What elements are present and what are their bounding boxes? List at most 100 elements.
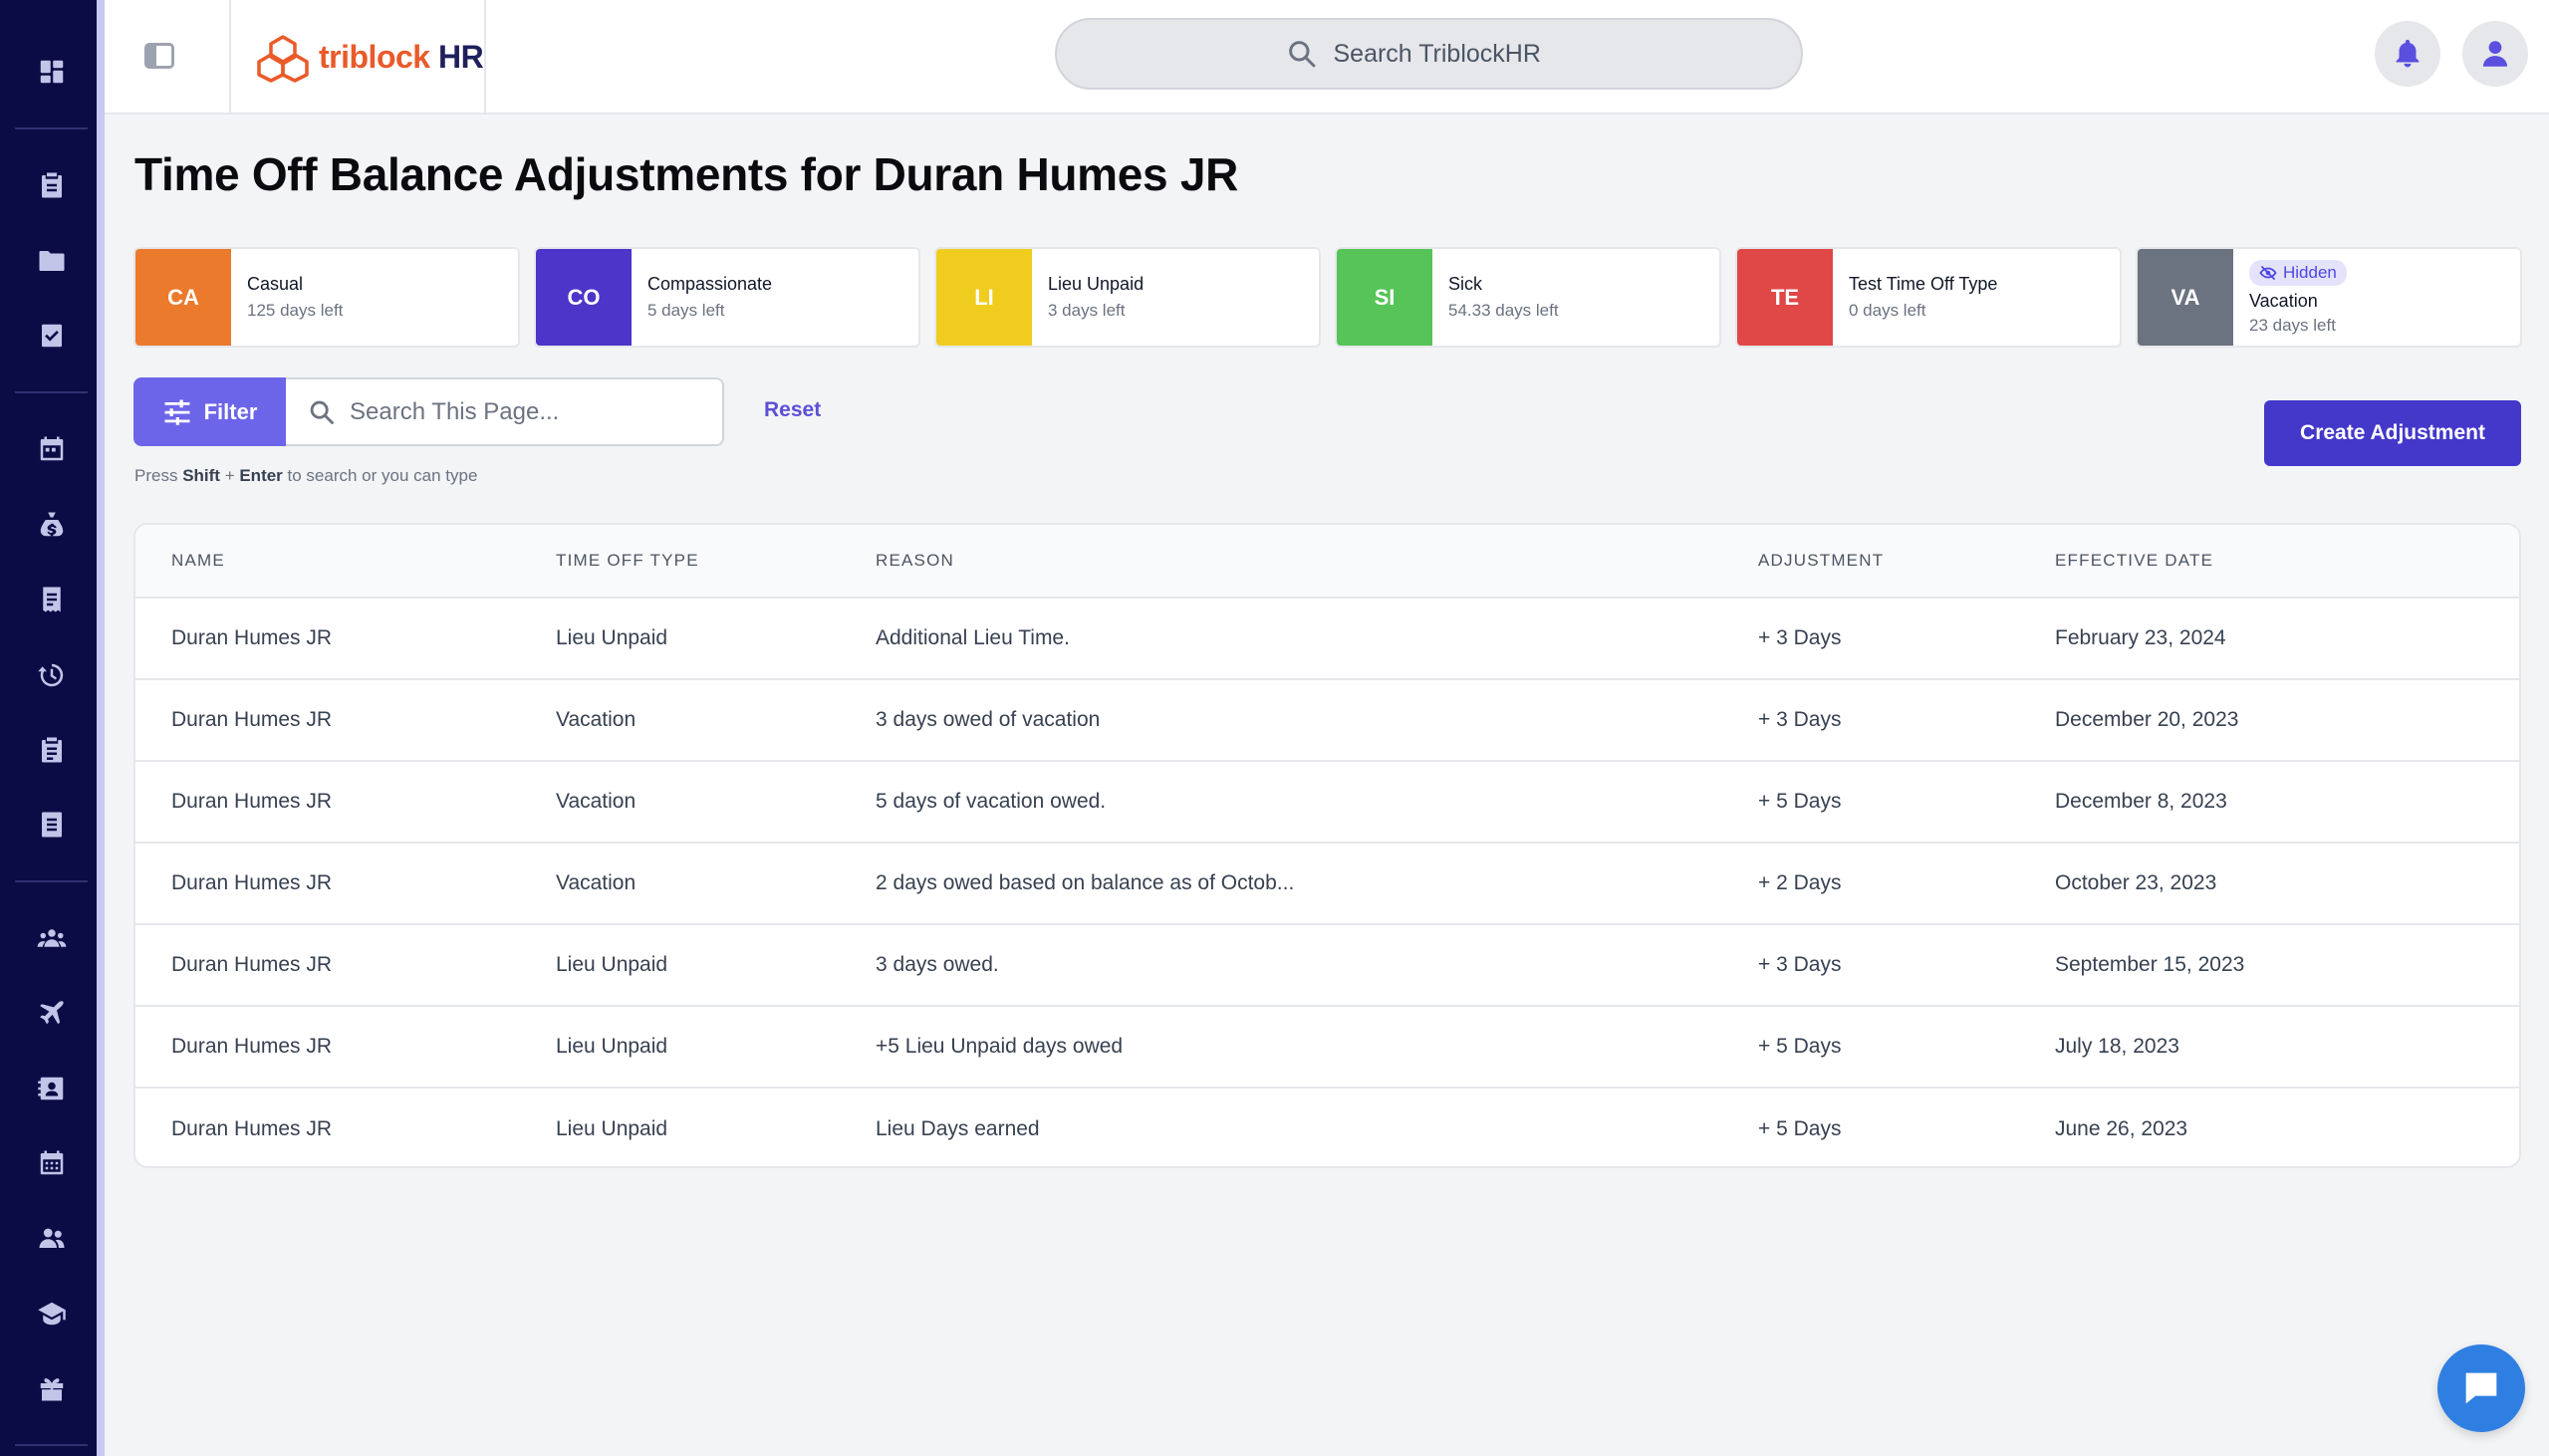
bell-icon: [2396, 39, 2420, 68]
money-bag-icon[interactable]: [28, 501, 76, 549]
dashboard-icon[interactable]: [28, 48, 76, 96]
notifications-button[interactable]: [2375, 21, 2440, 87]
column-header-name[interactable]: NAME: [135, 525, 556, 599]
team-icon[interactable]: [28, 914, 76, 962]
column-header-effective-date[interactable]: EFFECTIVE DATE: [2055, 525, 2519, 599]
calendar-icon[interactable]: [28, 425, 76, 473]
column-header-time-off-type[interactable]: TIME OFF TYPE: [556, 525, 876, 599]
global-search-bar[interactable]: [1055, 18, 1803, 90]
balance-abbr: CO: [536, 249, 632, 346]
cell-effective-date: October 23, 2023: [2055, 871, 2217, 894]
clipboard-icon[interactable]: [28, 161, 76, 209]
cell-reason: 2 days owed based on balance as of Octob…: [876, 871, 1295, 894]
table-header-row: NAME TIME OFF TYPE REASON ADJUSTMENT EFF…: [135, 525, 2519, 599]
table-row[interactable]: Duran Humes JR Vacation 2 days owed base…: [135, 843, 2519, 924]
cell-reason: Additional Lieu Time.: [876, 626, 1070, 649]
chat-support-button[interactable]: [2437, 1344, 2525, 1432]
page-search-box[interactable]: [286, 377, 724, 446]
column-header-adjustment[interactable]: ADJUSTMENT: [1758, 525, 2055, 599]
eye-off-icon: [2259, 265, 2277, 280]
reset-button[interactable]: Reset: [764, 398, 821, 422]
cell-name: Duran Humes JR: [171, 953, 333, 976]
users-icon[interactable]: [28, 1214, 76, 1262]
cell-adjustment: + 3 Days: [1758, 953, 1842, 976]
cell-name: Duran Humes JR: [171, 871, 333, 894]
cell-name: Duran Humes JR: [171, 626, 333, 649]
gift-icon[interactable]: [28, 1364, 76, 1412]
hint-prefix: Press: [134, 466, 183, 485]
table-row[interactable]: Duran Humes JR Lieu Unpaid Additional Li…: [135, 598, 2519, 679]
logo-text-triblock: triblock: [319, 39, 430, 75]
balance-card-test-time-off-type[interactable]: TE Test Time Off Type 0 days left: [1735, 247, 2122, 348]
balance-card-compassionate[interactable]: CO Compassionate 5 days left: [534, 247, 920, 348]
history-icon[interactable]: [28, 651, 76, 699]
cell-effective-date: July 18, 2023: [2055, 1035, 2179, 1058]
cell-effective-date: February 23, 2024: [2055, 626, 2226, 649]
balance-abbr: LI: [936, 249, 1032, 346]
filter-toolbar: Filter: [133, 377, 724, 446]
graduation-icon[interactable]: [28, 1290, 76, 1337]
cell-name: Duran Humes JR: [171, 790, 333, 813]
logo[interactable]: triblock HR: [229, 0, 486, 115]
hint-key-enter: Enter: [239, 466, 283, 485]
cell-adjustment: + 3 Days: [1758, 708, 1842, 731]
folder-icon[interactable]: [28, 237, 76, 285]
schedule-icon[interactable]: [28, 1139, 76, 1187]
page-title: Time Off Balance Adjustments for Duran H…: [134, 148, 1239, 200]
sidebar-divider: [15, 127, 88, 129]
cell-effective-date: December 8, 2023: [2055, 790, 2227, 813]
contact-card-icon[interactable]: [28, 1065, 76, 1112]
cell-adjustment: + 5 Days: [1758, 1035, 1842, 1058]
user-profile-button[interactable]: [2462, 21, 2528, 87]
global-search-input[interactable]: [1333, 39, 1573, 69]
balance-abbr: SI: [1337, 249, 1432, 346]
cell-reason: 5 days of vacation owed.: [876, 790, 1107, 813]
cell-name: Duran Humes JR: [171, 708, 333, 731]
balance-abbr: TE: [1737, 249, 1833, 346]
hidden-badge-label: Hidden: [2283, 262, 2337, 282]
balance-card-sick[interactable]: SI Sick 54.33 days left: [1335, 247, 1721, 348]
cell-reason: Lieu Days earned: [876, 1116, 1040, 1140]
cell-effective-date: June 26, 2023: [2055, 1116, 2188, 1140]
sidebar-divider: [15, 391, 88, 393]
document-icon[interactable]: [28, 801, 76, 849]
balance-card-vacation[interactable]: VA Hidden Vacation 23 days left: [2136, 247, 2522, 348]
cell-name: Duran Humes JR: [171, 1116, 333, 1140]
balance-days-left: 3 days left: [1048, 301, 1126, 320]
balance-days-left: 23 days left: [2249, 315, 2336, 335]
clipboard-list-icon[interactable]: [28, 726, 76, 774]
table-row[interactable]: Duran Humes JR Vacation 5 days of vacati…: [135, 761, 2519, 843]
table-row[interactable]: Duran Humes JR Lieu Unpaid Lieu Days ear…: [135, 1088, 2519, 1166]
create-adjustment-button[interactable]: Create Adjustment: [2264, 400, 2521, 466]
cell-adjustment: + 5 Days: [1758, 1116, 1842, 1140]
cell-reason: 3 days owed.: [876, 953, 999, 976]
balance-card-lieu-unpaid[interactable]: LI Lieu Unpaid 3 days left: [934, 247, 1321, 348]
balance-abbr: VA: [2138, 249, 2233, 346]
balance-name: Test Time Off Type: [1849, 274, 1998, 294]
search-icon: [1288, 41, 1315, 68]
balance-cards: CA Casual 125 days left CO Compassionate…: [133, 247, 2522, 348]
cell-effective-date: December 20, 2023: [2055, 708, 2239, 731]
filter-button-label: Filter: [203, 398, 258, 424]
triblock-logo-icon: [257, 34, 309, 83]
table-row[interactable]: Duran Humes JR Vacation 3 days owed of v…: [135, 679, 2519, 761]
sliders-icon: [164, 399, 190, 425]
cell-time-off-type: Vacation: [556, 871, 637, 894]
hint-suffix: to search or you can type: [282, 466, 478, 485]
table-row[interactable]: Duran Humes JR Lieu Unpaid +5 Lieu Unpai…: [135, 1006, 2519, 1088]
cell-reason: 3 days owed of vacation: [876, 708, 1101, 731]
search-hint: Press Shift + Enter to search or you can…: [134, 466, 477, 486]
column-header-reason[interactable]: REASON: [876, 525, 1758, 599]
table-row[interactable]: Duran Humes JR Lieu Unpaid 3 days owed. …: [135, 924, 2519, 1006]
page-search-input[interactable]: [350, 397, 688, 426]
sidebar-toggle-button[interactable]: [139, 36, 179, 76]
adjustments-table-card: NAME TIME OFF TYPE REASON ADJUSTMENT EFF…: [133, 523, 2521, 1168]
search-icon: [310, 400, 334, 424]
balance-name: Compassionate: [647, 274, 773, 294]
plane-icon[interactable]: [28, 989, 76, 1037]
receipt-icon[interactable]: [28, 576, 76, 623]
balance-card-casual[interactable]: CA Casual 125 days left: [133, 247, 520, 348]
checklist-icon[interactable]: [28, 312, 76, 360]
cell-adjustment: + 3 Days: [1758, 626, 1842, 649]
filter-button[interactable]: Filter: [133, 377, 286, 446]
